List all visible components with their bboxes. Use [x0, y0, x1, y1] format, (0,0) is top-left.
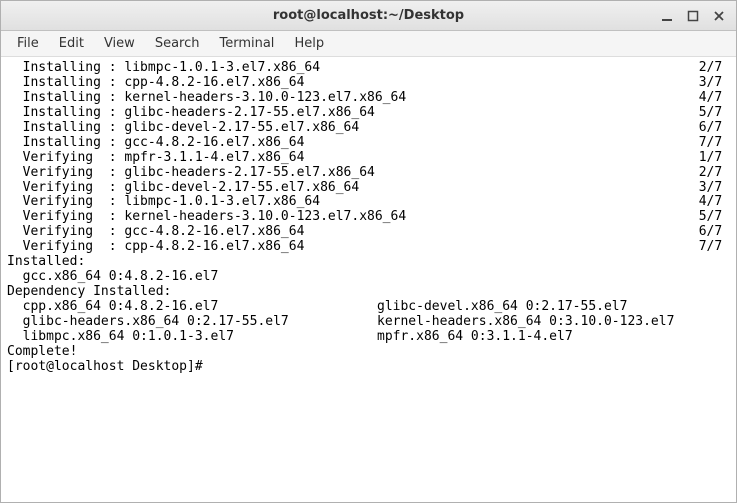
- terminal-line: Dependency Installed:: [7, 285, 730, 300]
- terminal-output[interactable]: Installing : libmpc-1.0.1-3.el7.x86_642/…: [1, 57, 736, 502]
- menu-view[interactable]: View: [94, 33, 145, 54]
- titlebar: root@localhost:~/Desktop: [1, 1, 736, 31]
- terminal-line: Verifying : kernel-headers-3.10.0-123.el…: [7, 210, 730, 225]
- window-controls: [660, 9, 726, 23]
- terminal-line: [root@localhost Desktop]#: [7, 360, 730, 375]
- terminal-line: gcc.x86_64 0:4.8.2-16.el7: [7, 270, 730, 285]
- terminal-line: Verifying : gcc-4.8.2-16.el7.x86_646/7: [7, 225, 730, 240]
- terminal-line: Installing : glibc-headers-2.17-55.el7.x…: [7, 106, 730, 121]
- menu-search[interactable]: Search: [145, 33, 210, 54]
- terminal-line: cpp.x86_64 0:4.8.2-16.el7glibc-devel.x86…: [7, 300, 730, 315]
- menu-terminal[interactable]: Terminal: [209, 33, 284, 54]
- terminal-line: Verifying : glibc-headers-2.17-55.el7.x8…: [7, 166, 730, 181]
- terminal-line: Installing : glibc-devel-2.17-55.el7.x86…: [7, 121, 730, 136]
- terminal-line: Installing : libmpc-1.0.1-3.el7.x86_642/…: [7, 61, 730, 76]
- close-icon[interactable]: [712, 9, 726, 23]
- window-title: root@localhost:~/Desktop: [9, 8, 728, 23]
- maximize-icon[interactable]: [686, 9, 700, 23]
- terminal-line: Complete!: [7, 345, 730, 360]
- terminal-line: Verifying : mpfr-3.1.1-4.el7.x86_641/7: [7, 151, 730, 166]
- terminal-line: Verifying : glibc-devel-2.17-55.el7.x86_…: [7, 181, 730, 196]
- terminal-line: Installing : kernel-headers-3.10.0-123.e…: [7, 91, 730, 106]
- minimize-icon[interactable]: [660, 9, 674, 23]
- terminal-line: Installing : gcc-4.8.2-16.el7.x86_647/7: [7, 136, 730, 151]
- terminal-line: glibc-headers.x86_64 0:2.17-55.el7kernel…: [7, 315, 730, 330]
- terminal-line: Installed:: [7, 255, 730, 270]
- terminal-line: Verifying : libmpc-1.0.1-3.el7.x86_644/7: [7, 195, 730, 210]
- terminal-line: Verifying : cpp-4.8.2-16.el7.x86_647/7: [7, 240, 730, 255]
- menu-edit[interactable]: Edit: [49, 33, 94, 54]
- menu-help[interactable]: Help: [284, 33, 334, 54]
- menubar: File Edit View Search Terminal Help: [1, 31, 736, 57]
- terminal-line: Installing : cpp-4.8.2-16.el7.x86_643/7: [7, 76, 730, 91]
- terminal-line: libmpc.x86_64 0:1.0.1-3.el7mpfr.x86_64 0…: [7, 330, 730, 345]
- menu-file[interactable]: File: [7, 33, 49, 54]
